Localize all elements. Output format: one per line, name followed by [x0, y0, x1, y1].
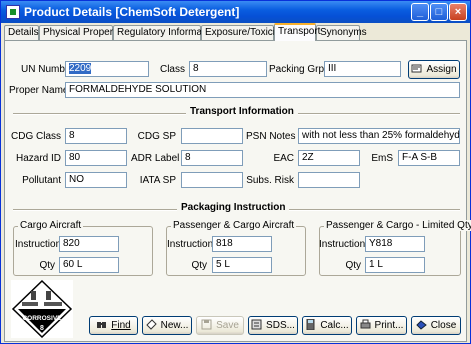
- tab-transport[interactable]: Transport: [274, 23, 320, 41]
- iata-sp-field[interactable]: [181, 172, 243, 188]
- tab-physical-properties[interactable]: Physical Properties: [39, 25, 129, 40]
- print-button[interactable]: Print...: [356, 316, 407, 335]
- assign-icon: [411, 64, 422, 73]
- passenger-instruction-field[interactable]: 818: [212, 236, 272, 252]
- find-button[interactable]: Find: [89, 316, 138, 335]
- ems-label: EmS: [371, 153, 393, 164]
- class-field[interactable]: 8: [189, 61, 267, 77]
- limited-qty-title: Passenger & Cargo - Limited Qty: [324, 220, 471, 231]
- cargo-instruction-field[interactable]: 820: [59, 236, 119, 252]
- iata-sp-label: IATA SP: [139, 175, 176, 186]
- passenger-instruction-label: Instruction: [167, 239, 214, 250]
- limited-instruction-field[interactable]: Y818: [365, 236, 425, 252]
- tab-details[interactable]: Details: [4, 25, 39, 40]
- passenger-qty-field[interactable]: 5 L: [212, 257, 272, 273]
- passenger-qty-label: Qty: [191, 260, 207, 271]
- hazard-label-text: CORROSIVE: [22, 315, 62, 322]
- hazard-class-number: 8: [40, 325, 44, 332]
- psn-notes-field[interactable]: with not less than 25% formaldehyde: [298, 128, 460, 144]
- packing-group-label: Packing Grp: [269, 64, 325, 75]
- new-icon: [145, 319, 157, 330]
- packaging-section-title: Packaging Instruction: [177, 202, 290, 213]
- cargo-qty-label: Qty: [39, 260, 55, 271]
- proper-name-field[interactable]: FORMALDEHYDE SOLUTION: [65, 82, 460, 98]
- close-icon[interactable]: ×: [449, 3, 467, 21]
- un-number-label: UN Numb: [21, 64, 65, 75]
- subs-risk-label: Subs. Risk: [246, 175, 294, 186]
- cdg-class-label: CDG Class: [11, 131, 62, 142]
- minimize-icon[interactable]: _: [411, 3, 429, 21]
- sds-icon: [251, 319, 262, 330]
- hazard-id-field[interactable]: 80: [65, 150, 127, 166]
- limited-qty-field[interactable]: 1 L: [365, 257, 425, 273]
- calc-icon: [306, 319, 315, 330]
- assign-button[interactable]: Assign: [408, 60, 460, 79]
- cargo-qty-field[interactable]: 60 L: [59, 257, 119, 273]
- tab-regulatory-information[interactable]: Regulatory Information: [113, 25, 218, 40]
- close-door-icon: [415, 320, 427, 330]
- sds-button[interactable]: SDS...: [248, 316, 298, 335]
- adr-label-label: ADR Label: [131, 153, 180, 164]
- passenger-cargo-aircraft-title: Passenger & Cargo Aircraft: [171, 220, 297, 231]
- window-title: Product Details [ChemSoft Detergent]: [24, 5, 240, 19]
- psn-notes-label: PSN Notes: [246, 131, 296, 142]
- product-details-window: Product Details [ChemSoft Detergent] _ □…: [0, 0, 471, 344]
- subs-risk-field[interactable]: [298, 172, 360, 188]
- new-button[interactable]: New...: [142, 316, 192, 335]
- eac-field[interactable]: 2Z: [298, 150, 360, 166]
- save-button[interactable]: Save: [196, 316, 244, 335]
- cdg-sp-label: CDG SP: [137, 131, 176, 142]
- save-icon: [201, 319, 212, 330]
- pollutant-label: Pollutant: [22, 175, 61, 186]
- title-bar[interactable]: Product Details [ChemSoft Detergent] _ □…: [1, 1, 470, 23]
- maximize-icon[interactable]: □: [430, 3, 448, 21]
- hazard-id-label: Hazard ID: [15, 153, 61, 164]
- tab-exposure-toxicity[interactable]: Exposure/Toxicity: [201, 25, 283, 40]
- ems-field[interactable]: F-A S-B: [398, 150, 460, 166]
- pollutant-field[interactable]: NO: [65, 172, 127, 188]
- adr-label-field[interactable]: 8: [181, 150, 243, 166]
- eac-label: EAC: [273, 153, 294, 164]
- cargo-aircraft-title: Cargo Aircraft: [18, 220, 84, 231]
- print-icon: [360, 319, 371, 329]
- transport-section-title: Transport Information: [186, 106, 298, 117]
- close-button[interactable]: Close: [411, 316, 461, 335]
- tab-synonyms[interactable]: Synonyms: [316, 25, 367, 40]
- un-number-field[interactable]: 2209: [65, 61, 149, 77]
- class-label: Class: [159, 64, 185, 75]
- packing-group-field[interactable]: III: [324, 61, 401, 77]
- cdg-sp-field[interactable]: [181, 128, 243, 144]
- calc-button[interactable]: Calc...: [302, 316, 352, 335]
- limited-instruction-label: Instruction: [319, 239, 366, 250]
- proper-name-label: Proper Name: [9, 85, 69, 96]
- find-icon: [97, 322, 107, 328]
- corrosive-hazard-icon: CORROSIVE 8: [11, 279, 73, 339]
- app-icon: [6, 5, 20, 19]
- cdg-class-field[interactable]: 8: [65, 128, 127, 144]
- cargo-instruction-label: Instruction: [15, 239, 62, 250]
- limited-qty-label: Qty: [345, 260, 361, 271]
